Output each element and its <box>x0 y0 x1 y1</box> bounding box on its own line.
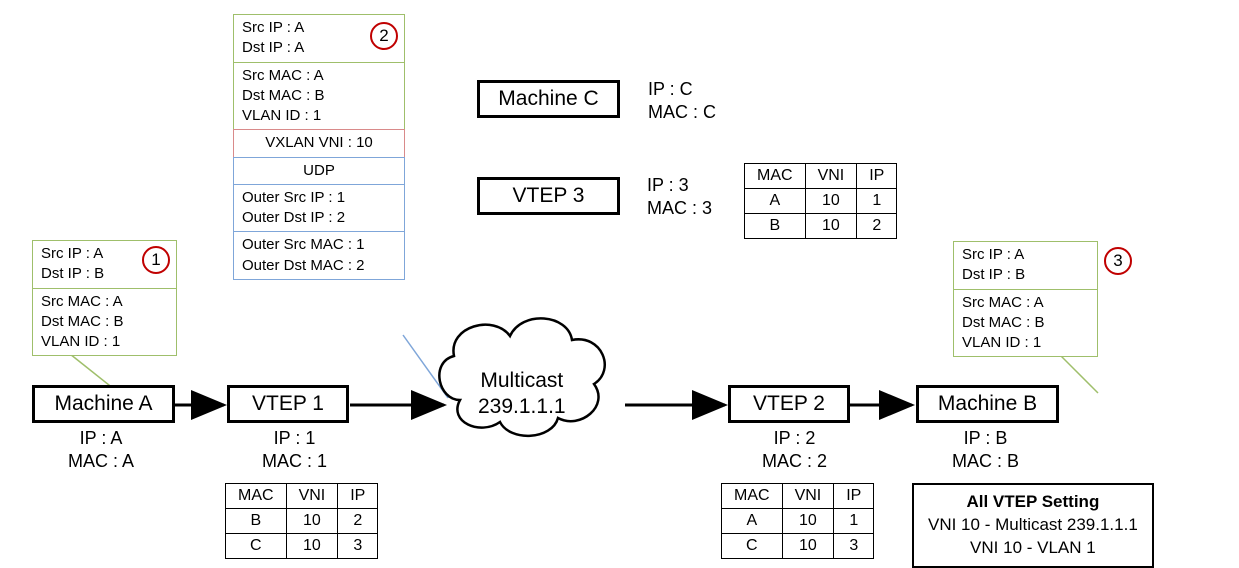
mac-table-vtep3: MACVNIIP A101 B102 <box>744 163 897 239</box>
node-vtep-3-info: IP : 3 MAC : 3 <box>647 174 712 221</box>
node-vtep-2: VTEP 2 <box>728 385 850 423</box>
packet-1-badge: 1 <box>142 246 170 274</box>
packet-2: Src IP : A Dst IP : A Src MAC : A Dst MA… <box>233 14 405 280</box>
node-vtep-1-info: IP : 1 MAC : 1 <box>262 427 327 474</box>
mac-table-vtep1: MACVNIIP B102 C103 <box>225 483 378 559</box>
node-machine-a-info: IP : A MAC : A <box>68 427 134 474</box>
packet-2-badge: 2 <box>370 22 398 50</box>
node-machine-c: Machine C <box>477 80 620 118</box>
node-machine-a: Machine A <box>32 385 175 423</box>
packet-3-badge: 3 <box>1104 247 1132 275</box>
node-machine-b: Machine B <box>916 385 1059 423</box>
table-row: B102 <box>226 509 378 534</box>
table-row: B102 <box>745 214 897 239</box>
mac-table-vtep2: MACVNIIP A101 C103 <box>721 483 874 559</box>
node-vtep-2-info: IP : 2 MAC : 2 <box>762 427 827 474</box>
node-machine-b-info: IP : B MAC : B <box>952 427 1019 474</box>
table-row: C103 <box>226 534 378 559</box>
multicast-label: Multicast 239.1.1.1 <box>478 368 566 421</box>
vtep-settings-box: All VTEP Setting VNI 10 - Multicast 239.… <box>912 483 1154 568</box>
node-vtep-3: VTEP 3 <box>477 177 620 215</box>
node-machine-c-info: IP : C MAC : C <box>648 78 716 125</box>
table-row: C103 <box>722 534 874 559</box>
table-row: A101 <box>722 509 874 534</box>
node-vtep-1: VTEP 1 <box>227 385 349 423</box>
packet-3: Src IP : A Dst IP : B Src MAC : A Dst MA… <box>953 241 1098 357</box>
table-row: A101 <box>745 189 897 214</box>
